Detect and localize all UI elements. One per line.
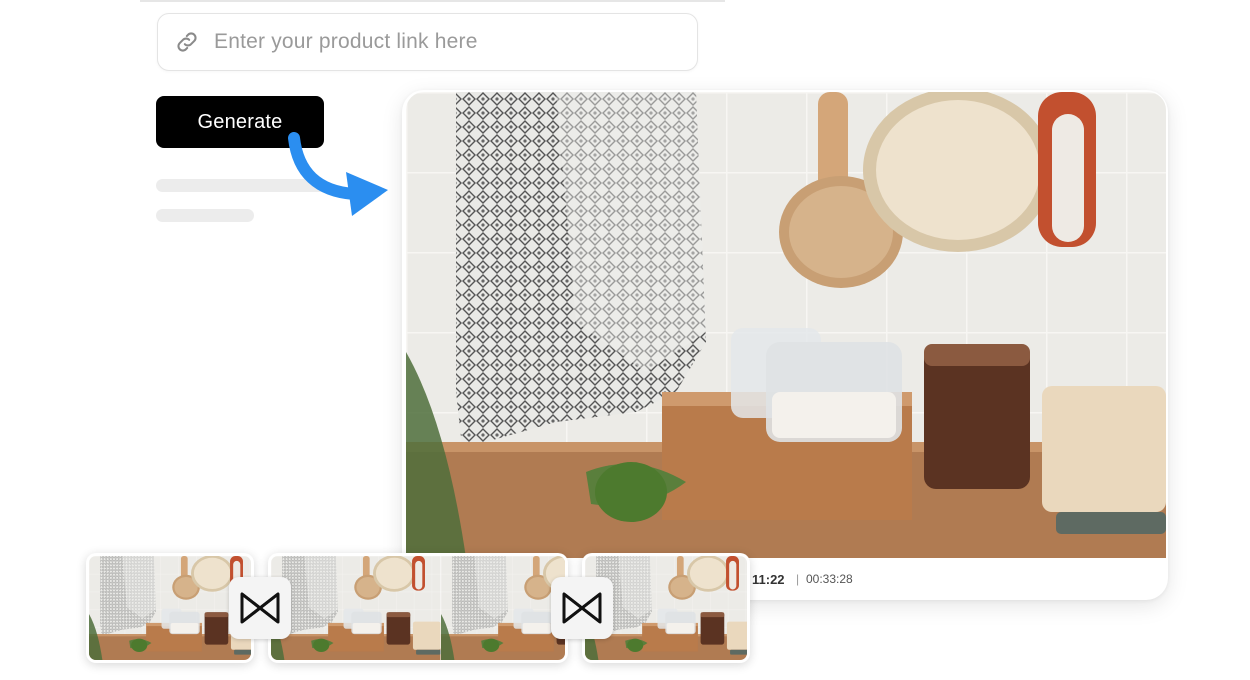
transition-icon xyxy=(240,592,280,624)
curved-arrow-icon xyxy=(288,132,388,216)
time-separator: | xyxy=(796,572,800,586)
top-divider xyxy=(140,0,725,2)
current-time: 11:22 xyxy=(752,571,785,587)
skeleton-line xyxy=(156,209,254,222)
product-link-input[interactable]: Enter your product link here xyxy=(157,13,698,71)
transition-icon xyxy=(562,592,602,624)
transition-button[interactable] xyxy=(229,577,291,639)
transition-button[interactable] xyxy=(551,577,613,639)
product-video-frame xyxy=(406,92,1166,558)
product-link-placeholder: Enter your product link here xyxy=(214,30,478,53)
link-icon xyxy=(177,32,197,52)
timeline-clip[interactable] xyxy=(268,553,568,663)
total-time: 00:33:28 xyxy=(806,572,853,586)
video-preview-player[interactable]: 11:22 | 00:33:28 xyxy=(402,90,1168,600)
